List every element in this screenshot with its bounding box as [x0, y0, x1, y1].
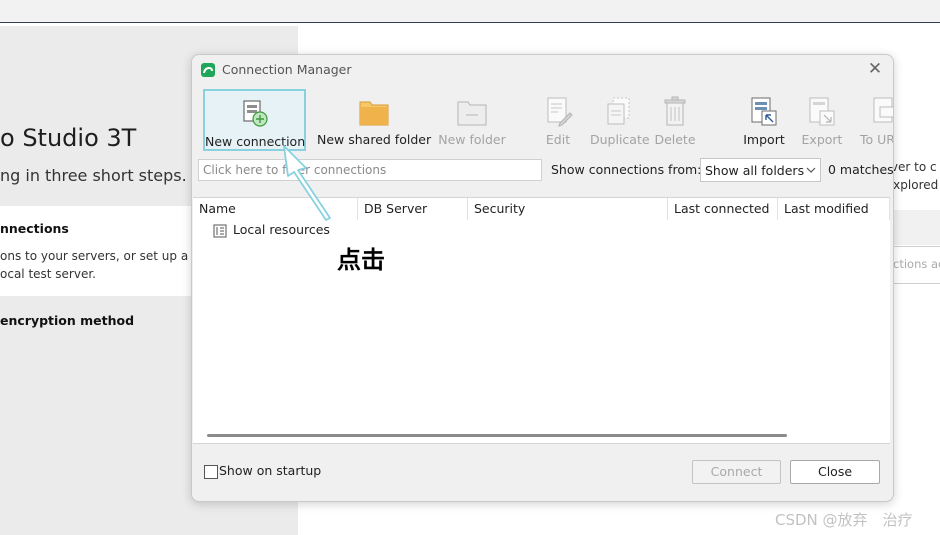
import-label: Import: [743, 132, 785, 147]
column-header-last-modified[interactable]: Last modified: [778, 198, 890, 220]
welcome-subtitle: ng in three short steps.: [0, 166, 187, 185]
top-strip: [0, 0, 940, 23]
dialog-titlebar[interactable]: Connection Manager ✕: [192, 55, 893, 85]
matches-count: 0 matches: [828, 162, 894, 177]
duplicate-icon: [603, 95, 635, 129]
delete-label: Delete: [654, 132, 696, 147]
show-on-startup-checkbox[interactable]: [204, 465, 218, 479]
trash-icon: [659, 95, 691, 129]
new-folder-label: New folder: [438, 132, 506, 147]
row-name: Local resources: [233, 222, 330, 237]
delete-button[interactable]: Delete: [654, 89, 696, 151]
filter-connections-input[interactable]: [198, 159, 542, 181]
close-icon[interactable]: ✕: [865, 59, 885, 79]
show-on-startup-label[interactable]: Show on startup: [219, 463, 321, 478]
welcome-title: o Studio 3T: [0, 124, 137, 152]
select-value: Show all folders: [705, 163, 805, 178]
shared-folder-icon: [358, 95, 390, 129]
annotation-click-label: 点击: [337, 246, 385, 274]
new-folder-button[interactable]: New folder: [436, 89, 508, 151]
connection-manager-dialog: Connection Manager ✕ New connection New …: [191, 54, 894, 502]
horizontal-scrollbar[interactable]: [207, 434, 787, 437]
local-resources-icon: [213, 224, 227, 238]
close-button[interactable]: Close: [790, 460, 880, 484]
new-connection-icon: [239, 97, 271, 131]
dialog-title: Connection Manager: [222, 62, 352, 77]
column-header-security[interactable]: Security: [468, 198, 668, 220]
folder-icon: [456, 95, 488, 129]
edit-label: Edit: [545, 132, 571, 147]
watermark: CSDN @放弃 治疗: [775, 511, 913, 529]
chevron-down-icon: [806, 167, 816, 173]
welcome-step1-heading[interactable]: nnections: [0, 221, 69, 236]
column-header-db-server[interactable]: DB Server: [358, 198, 468, 220]
column-header-last-connected[interactable]: Last connected: [668, 198, 778, 220]
uri-icon: [870, 95, 893, 129]
show-connections-from-label: Show connections from:: [551, 162, 702, 177]
studio3t-logo-icon: [201, 63, 215, 77]
welcome-step2-heading[interactable]: encryption method: [0, 313, 134, 328]
to-uri-label: To URI: [860, 132, 893, 147]
export-icon: [806, 95, 838, 129]
export-label: Export: [801, 132, 843, 147]
export-button[interactable]: Export: [798, 89, 846, 151]
welcome-right-faded-text: ctions ac: [893, 257, 940, 271]
duplicate-label: Duplicate: [590, 132, 650, 147]
edit-button[interactable]: Edit: [538, 89, 578, 151]
welcome-step1-text-line2: ocal test server.: [0, 267, 96, 281]
table-row[interactable]: Local resources: [213, 222, 330, 240]
connections-table: Name DB Server Security Last connected L…: [193, 197, 890, 444]
welcome-step1-text-line1: ons to your servers, or set up a: [0, 249, 189, 263]
show-connections-from-select[interactable]: Show all folders: [700, 158, 821, 182]
import-icon: [748, 95, 780, 129]
welcome-right-band: [886, 210, 940, 245]
import-button[interactable]: Import: [740, 89, 788, 151]
edit-icon: [542, 95, 574, 129]
connect-button[interactable]: Connect: [692, 460, 781, 484]
to-uri-button[interactable]: To URI: [854, 89, 893, 151]
annotation-arrow-icon: [283, 145, 331, 221]
duplicate-button[interactable]: Duplicate: [590, 89, 650, 151]
